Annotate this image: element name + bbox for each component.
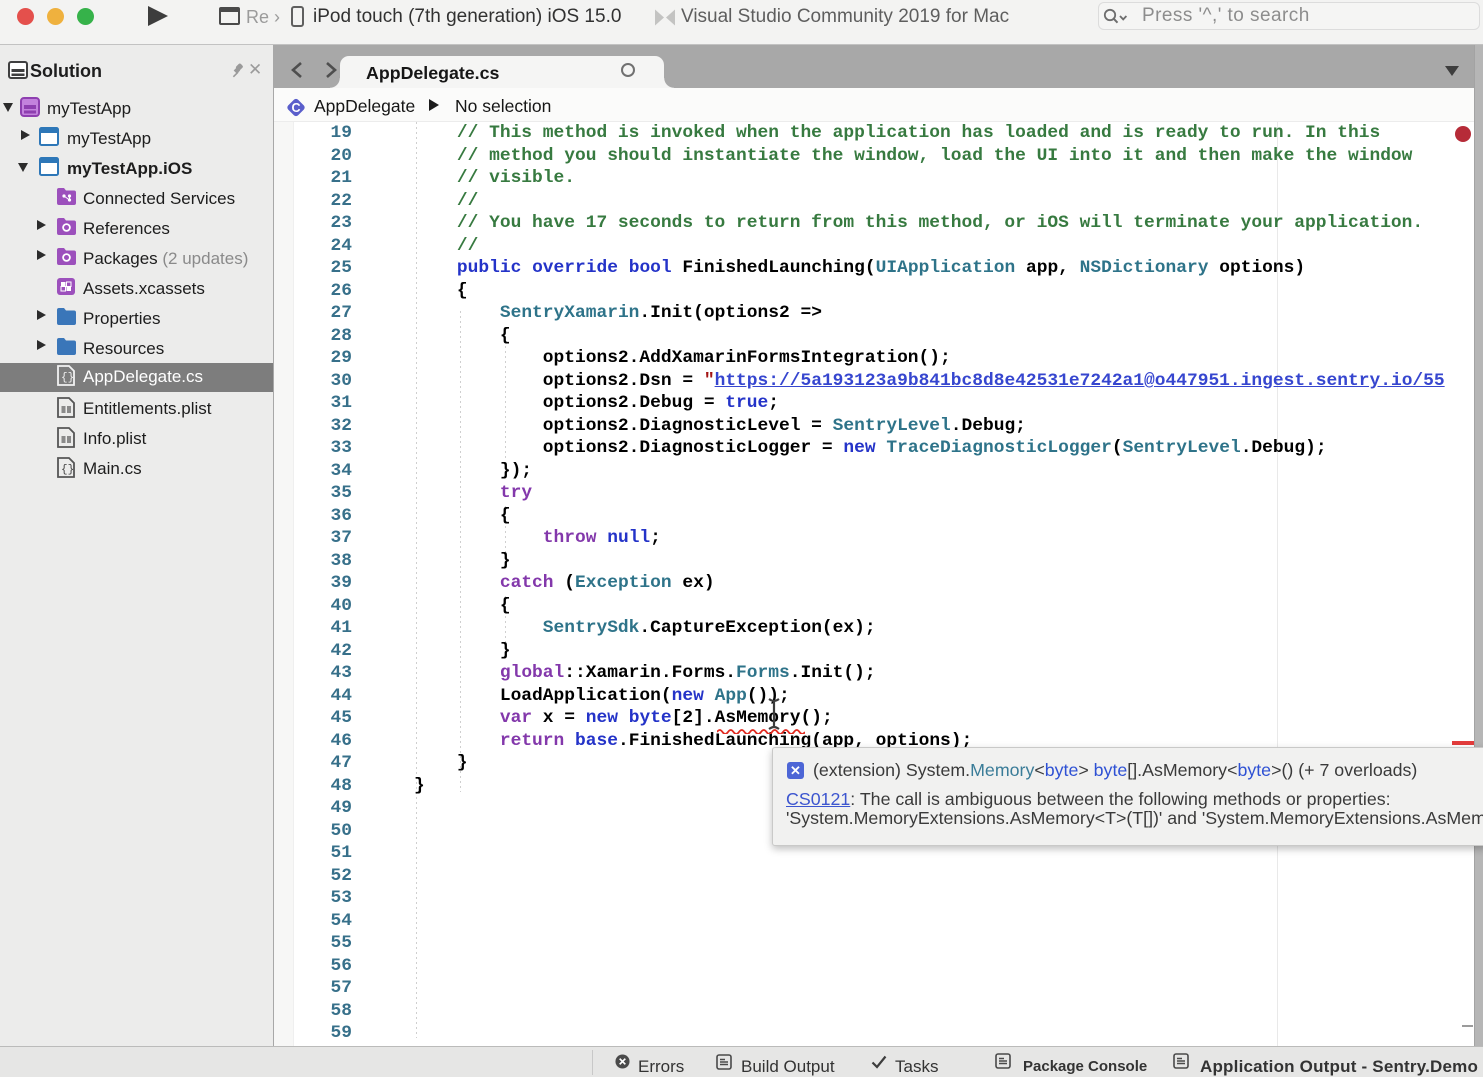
svg-text:{}: {} — [61, 372, 74, 384]
svg-text:{}: {} — [61, 464, 74, 476]
svg-text:C: C — [291, 101, 300, 115]
